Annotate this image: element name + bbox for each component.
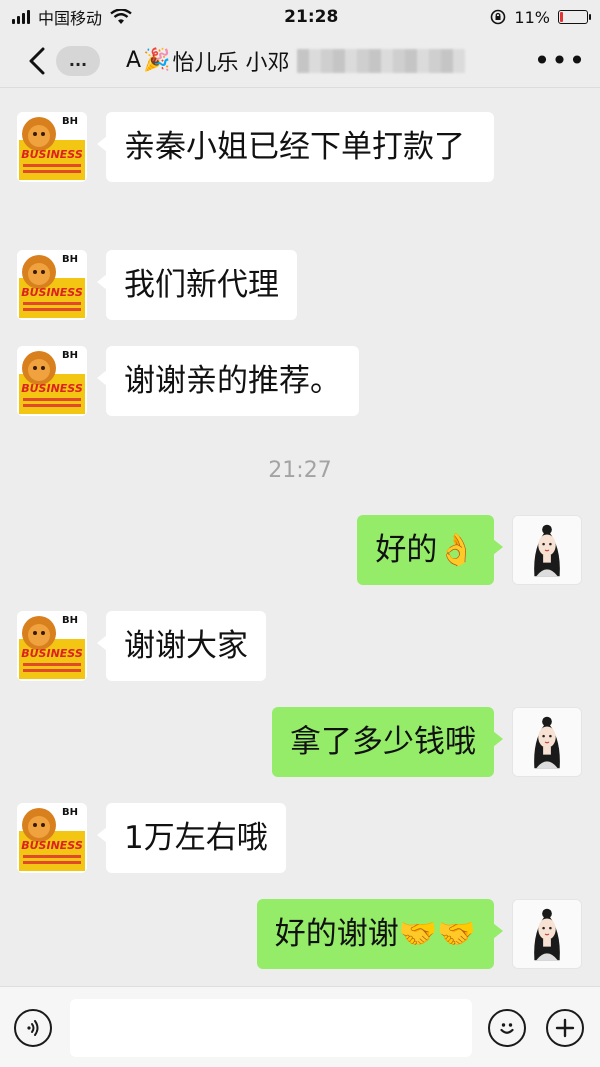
chat-title: A 🎉 怡儿乐 小邓 — [126, 45, 530, 77]
girl-portrait-avatar-icon — [513, 708, 581, 776]
chevron-left-icon — [29, 47, 45, 74]
carrier-label: 中国移动 — [38, 9, 103, 28]
message-list[interactable]: BH BUSINESS 亲秦小姐已经下单打款了 BH BUSINESS 我们新代… — [0, 88, 600, 986]
business-lion-avatar-icon: BH BUSINESS — [17, 803, 87, 873]
avatar-business[interactable]: BH BUSINESS — [17, 250, 87, 320]
avatar-brand-text: BH — [62, 116, 78, 127]
status-right: 11% — [490, 7, 591, 27]
avatar-brand-text: BH — [62, 350, 78, 361]
chat-menu-button[interactable]: ••• — [530, 44, 590, 77]
avatar-self[interactable] — [512, 515, 582, 585]
avatar-self[interactable] — [512, 707, 582, 777]
avatar-business[interactable]: BH BUSINESS — [17, 346, 87, 416]
battery-percent: 11% — [514, 7, 550, 27]
battery-icon — [557, 10, 591, 24]
message-input[interactable] — [70, 999, 472, 1057]
orientation-lock-icon — [491, 9, 506, 25]
chat-header: ... A 🎉 怡儿乐 小邓 ••• — [0, 34, 600, 88]
business-lion-avatar-icon: BH BUSINESS — [17, 112, 87, 182]
message-bubble-in[interactable]: 亲秦小姐已经下单打款了 — [97, 112, 494, 182]
emoji-button[interactable] — [488, 1009, 526, 1047]
status-time: 21:28 — [284, 7, 339, 27]
message-bubble-out[interactable]: 好的谢谢🤝🤝 — [256, 899, 504, 969]
avatar-banner-text: BUSINESS — [21, 839, 83, 852]
avatar-self[interactable] — [512, 899, 582, 969]
status-left: 中国移动 — [12, 5, 132, 29]
message-bubble-in[interactable]: 谢谢大家 — [97, 611, 266, 681]
message-timestamp: 21:27 — [268, 458, 332, 483]
avatar-brand-text: BH — [62, 807, 78, 818]
unread-more-button[interactable]: ... — [56, 45, 100, 76]
message-bubble-out[interactable]: 好的👌 — [357, 515, 503, 585]
message-bubble-in[interactable]: 我们新代理 — [97, 250, 297, 320]
avatar-banner-text: BUSINESS — [21, 286, 83, 299]
voice-input-button[interactable] — [14, 1009, 52, 1047]
more-actions-button[interactable] — [546, 1009, 584, 1047]
blurred-name — [297, 48, 466, 73]
message-bubble-in[interactable]: 谢谢亲的推荐。 — [97, 346, 359, 416]
girl-portrait-avatar-icon — [513, 516, 581, 584]
avatar-business[interactable]: BH BUSINESS — [17, 803, 87, 873]
title-name: 怡儿乐 小邓 — [172, 50, 290, 76]
title-prefix: A — [126, 48, 142, 73]
avatar-business[interactable]: BH BUSINESS — [17, 112, 87, 182]
back-button[interactable] — [20, 34, 54, 88]
wifi-icon — [110, 9, 132, 24]
plus-icon — [555, 1018, 575, 1038]
business-lion-avatar-icon: BH BUSINESS — [17, 346, 87, 416]
avatar-brand-text: BH — [62, 254, 78, 265]
avatar-brand-text: BH — [62, 615, 78, 626]
avatar-banner-text: BUSINESS — [21, 647, 83, 660]
avatar-business[interactable]: BH BUSINESS — [17, 611, 87, 681]
avatar-banner-text: BUSINESS — [21, 148, 83, 161]
business-lion-avatar-icon: BH BUSINESS — [17, 611, 87, 681]
voice-icon — [27, 1020, 39, 1036]
message-bubble-in[interactable]: 1万左右哦 — [97, 803, 286, 873]
business-lion-avatar-icon: BH BUSINESS — [17, 250, 87, 320]
emoji-icon — [500, 1023, 514, 1034]
status-bar: 中国移动 21:28 11% — [0, 0, 600, 34]
message-bubble-out[interactable]: 拿了多少钱哦 — [272, 707, 503, 777]
signal-icon — [12, 10, 30, 24]
avatar-banner-text: BUSINESS — [21, 382, 83, 395]
party-emoji-icon: 🎉 — [143, 48, 171, 73]
girl-portrait-avatar-icon — [513, 900, 581, 968]
input-bar — [0, 986, 600, 1067]
